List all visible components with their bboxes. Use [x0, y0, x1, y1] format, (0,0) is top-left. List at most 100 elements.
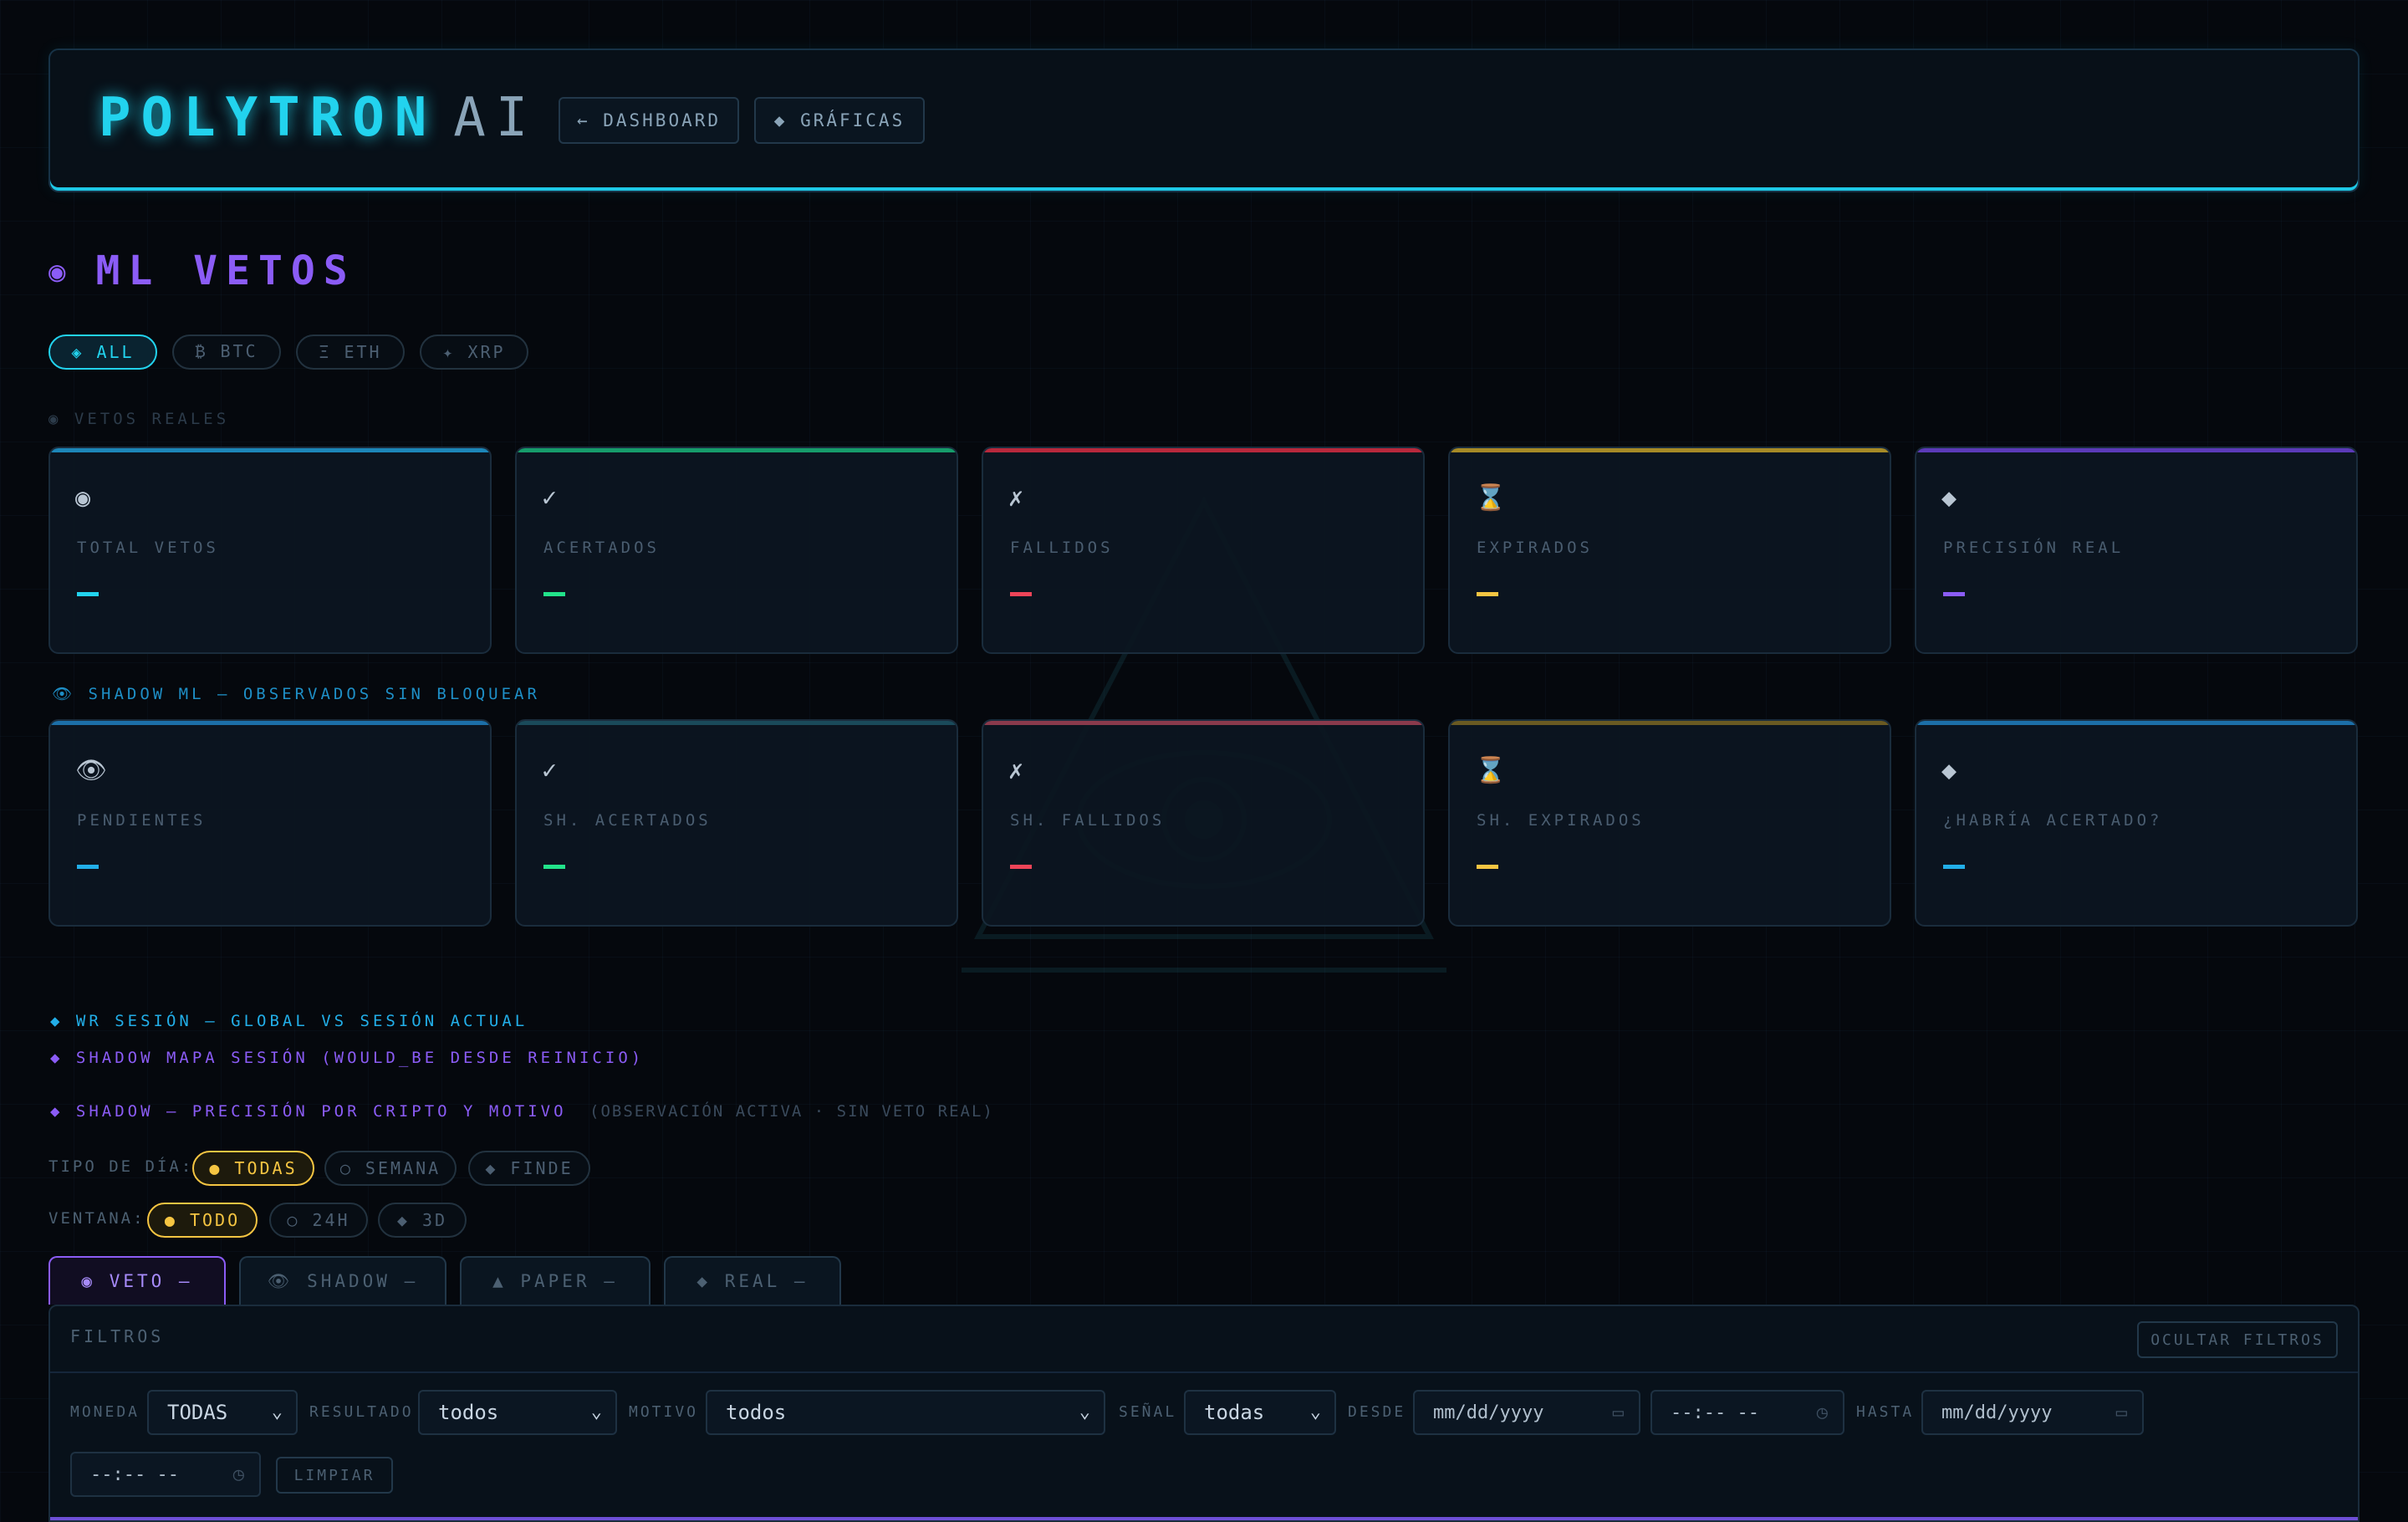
diamond-icon: ◆ [1941, 756, 1957, 785]
stat-card-total-vetos: ◉ TOTAL VETOS [48, 447, 492, 654]
clear-filters-button[interactable]: LIMPIAR [276, 1457, 393, 1494]
target-icon: ◉ [75, 483, 91, 513]
day-type-todas[interactable]: ● TODAS [192, 1151, 314, 1186]
stat-label: SH. EXPIRADOS [1477, 811, 1645, 830]
motivo-select-value: todos [726, 1401, 787, 1424]
coin-filter-all[interactable]: ◈ ALL [48, 335, 157, 370]
shadow-ml-label: 👁 SHADOW ML — OBSERVADOS SIN BLOQUEAR [52, 685, 540, 703]
hasta-date-input[interactable]: mm/dd/yyyy ▭ [1921, 1390, 2144, 1435]
shadow-precision-note: (OBSERVACIÓN ACTIVA · SIN VETO REAL) [589, 1102, 994, 1121]
day-type-label: TIPO DE DÍA: [48, 1157, 194, 1176]
window-label: VENTANA: [48, 1209, 145, 1228]
stat-value [1010, 592, 1032, 596]
chevron-down-icon: ⌄ [271, 1402, 283, 1422]
cross-icon: ✗ [1008, 483, 1024, 513]
stat-card-sh-fallidos: ✗ SH. FALLIDOS [982, 719, 1425, 927]
top-header: POLYTRON AI ← DASHBOARD ◆ GRÁFICAS [48, 49, 2360, 192]
hasta-time-input[interactable]: --:-- -- ◷ [70, 1452, 261, 1497]
stat-card-pendientes: 👁 PENDIENTES [48, 719, 492, 927]
stat-value [1943, 865, 1965, 869]
shadow-precision-title: ◆ SHADOW — PRECISIÓN POR CRIPTO Y MOTIVO [50, 1102, 567, 1121]
desde-date-input[interactable]: mm/dd/yyyy ▭ [1413, 1390, 1640, 1435]
clock-icon[interactable]: ◷ [1817, 1402, 1828, 1423]
window-24h[interactable]: ○ 24H [269, 1203, 368, 1238]
calendar-icon[interactable]: ▭ [1613, 1402, 1624, 1423]
check-icon: ✓ [542, 483, 558, 513]
desde-time-value: --:-- -- [1671, 1402, 1759, 1423]
diamond-icon: ◆ [1941, 483, 1957, 513]
clock-icon[interactable]: ◷ [233, 1464, 244, 1485]
tab-shadow[interactable]: 👁 SHADOW — [239, 1256, 446, 1305]
stat-label: FALLIDOS [1010, 539, 1114, 557]
day-type-semana[interactable]: ○ SEMANA [324, 1151, 457, 1186]
senal-select-value: todas [1204, 1401, 1265, 1424]
stat-label: SH. FALLIDOS [1010, 811, 1166, 830]
shadow-map-link[interactable]: ◆ SHADOW MAPA SESIÓN (WOULD_BE DESDE REI… [50, 1049, 644, 1067]
chevron-down-icon: ⌄ [1309, 1402, 1321, 1422]
day-type-finde[interactable]: ◆ FINDE [468, 1151, 590, 1186]
moneda-select[interactable]: TODAS ⌄ [147, 1390, 298, 1435]
wr-session-link[interactable]: ◆ WR SESIÓN — GLOBAL VS SESIÓN ACTUAL [50, 1012, 528, 1030]
stat-label: ACERTADOS [543, 539, 660, 557]
stat-value [1943, 592, 1965, 596]
stat-label: SH. ACERTADOS [543, 811, 712, 830]
stat-card-fallidos: ✗ FALLIDOS [982, 447, 1425, 654]
hourglass-icon: ⌛ [1475, 756, 1507, 785]
desde-label: DESDE [1348, 1403, 1406, 1421]
motivo-select[interactable]: todos ⌄ [706, 1390, 1105, 1435]
stat-label: PRECISIÓN REAL [1943, 539, 2125, 557]
check-icon: ✓ [542, 756, 558, 785]
stat-card-sh-expirados: ⌛ SH. EXPIRADOS [1448, 719, 1891, 927]
stat-value [1477, 592, 1498, 596]
stat-label: ¿HABRÍA ACERTADO? [1943, 811, 2163, 830]
filters-title: FILTROS [70, 1326, 165, 1346]
stat-value [543, 865, 565, 869]
resultado-select[interactable]: todos ⌄ [418, 1390, 617, 1435]
hide-filters-button[interactable]: OCULTAR FILTROS [2137, 1321, 2338, 1358]
coin-filter-eth[interactable]: Ξ ETH [296, 335, 405, 370]
moneda-select-value: TODAS [167, 1401, 228, 1424]
hourglass-icon: ⌛ [1475, 483, 1507, 513]
stat-value [1477, 865, 1498, 869]
cross-icon: ✗ [1008, 756, 1024, 785]
dashboard-button[interactable]: ← DASHBOARD [559, 97, 739, 144]
coin-filter-xrp[interactable]: ✦ XRP [420, 335, 528, 370]
hasta-time-value: --:-- -- [90, 1463, 179, 1485]
tab-veto[interactable]: ◉ VETO — [48, 1256, 226, 1305]
shadow-precision-link[interactable]: ◆ SHADOW — PRECISIÓN POR CRIPTO Y MOTIVO… [50, 1102, 994, 1121]
tab-paper[interactable]: ▲ PAPER — [460, 1256, 650, 1305]
stat-value [1010, 865, 1032, 869]
stat-value [77, 865, 99, 869]
chevron-down-icon: ⌄ [1079, 1402, 1090, 1422]
filters-panel: FILTROS OCULTAR FILTROS MONEDA TODAS ⌄ R… [48, 1305, 2360, 1522]
stat-value [77, 592, 99, 596]
coin-filter-btc[interactable]: ₿ BTC [172, 335, 281, 370]
stat-card-sh-acertados: ✓ SH. ACERTADOS [515, 719, 958, 927]
brand-logo: POLYTRON AI [99, 87, 538, 149]
motivo-label: MOTIVO [629, 1403, 699, 1421]
resultado-label: RESULTADO [309, 1403, 414, 1421]
divider [50, 1517, 2358, 1520]
desde-time-input[interactable]: --:-- -- ◷ [1650, 1390, 1844, 1435]
stat-label: EXPIRADOS [1477, 539, 1593, 557]
hasta-date-value: mm/dd/yyyy [1941, 1402, 2053, 1423]
window-todo[interactable]: ● TODO [147, 1203, 258, 1238]
resultado-select-value: todos [438, 1401, 499, 1424]
tab-real[interactable]: ◆ REAL — [664, 1256, 841, 1305]
page-title-text: ML VETOS [95, 248, 356, 294]
brand-secondary: AI [453, 87, 538, 149]
stat-card-precision-real: ◆ PRECISIÓN REAL [1915, 447, 2358, 654]
window-3d[interactable]: ◆ 3D [378, 1203, 467, 1238]
stat-card-expirados: ⌛ EXPIRADOS [1448, 447, 1891, 654]
stat-label: TOTAL VETOS [77, 539, 219, 557]
stat-label: PENDIENTES [77, 811, 207, 830]
chevron-down-icon: ⌄ [590, 1402, 602, 1422]
brand-primary: POLYTRON [99, 87, 437, 149]
eye-icon: 👁 [75, 756, 108, 785]
moneda-label: MONEDA [70, 1403, 140, 1421]
calendar-icon[interactable]: ▭ [2116, 1402, 2127, 1423]
graficas-button[interactable]: ◆ GRÁFICAS [754, 97, 925, 144]
stat-card-acertados: ✓ ACERTADOS [515, 447, 958, 654]
senal-label: SEÑAL [1119, 1403, 1177, 1421]
senal-select[interactable]: todas ⌄ [1184, 1390, 1336, 1435]
